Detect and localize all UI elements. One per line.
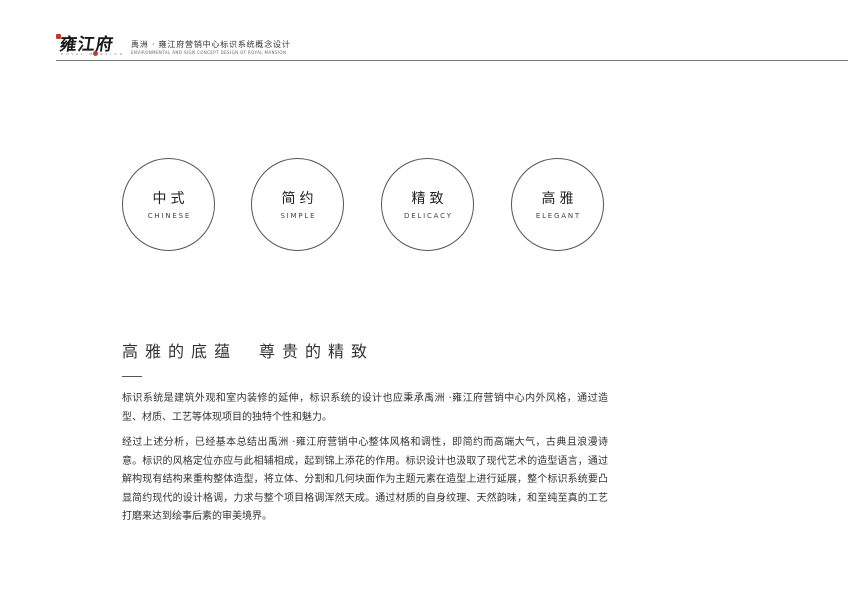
concept-subtitle: ELEGANT <box>535 212 581 220</box>
section-heading: 高雅的底蕴 尊贵的精致 <box>122 338 374 362</box>
heading-part-left: 高雅的底蕴 <box>122 342 238 361</box>
concept-circle-delicacy: 精致 DELICACY <box>381 158 474 251</box>
concept-subtitle: SIMPLE <box>280 212 317 220</box>
body-paragraph-2: 经过上述分析，已经基本总结出禹洲 ·雍江府营销中心整体风格和调性，即简约而高端大… <box>122 437 608 523</box>
concept-title: 高雅 <box>541 191 578 207</box>
heading-underline <box>122 376 142 377</box>
concept-circles: 中式 CHINESE 简约 SIMPLE 精致 DELICACY 高雅 ELEG… <box>0 0 848 300</box>
body-paragraph-1: 标识系统是建筑外观和室内装修的延伸，标识系统的设计也应秉承禹洲 ·雍江府营销中心… <box>122 393 608 423</box>
heading-part-right: 尊贵的精致 <box>259 342 375 361</box>
concept-circle-chinese: 中式 CHINESE <box>122 158 215 251</box>
concept-title: 中式 <box>152 191 189 207</box>
concept-subtitle: DELICACY <box>404 212 453 220</box>
concept-subtitle: CHINESE <box>147 212 192 220</box>
concept-circle-simple: 简约 SIMPLE <box>251 158 344 251</box>
concept-title: 简约 <box>281 191 318 207</box>
concept-title: 精致 <box>411 191 448 207</box>
concept-circle-elegant: 高雅 ELEGANT <box>511 158 604 251</box>
